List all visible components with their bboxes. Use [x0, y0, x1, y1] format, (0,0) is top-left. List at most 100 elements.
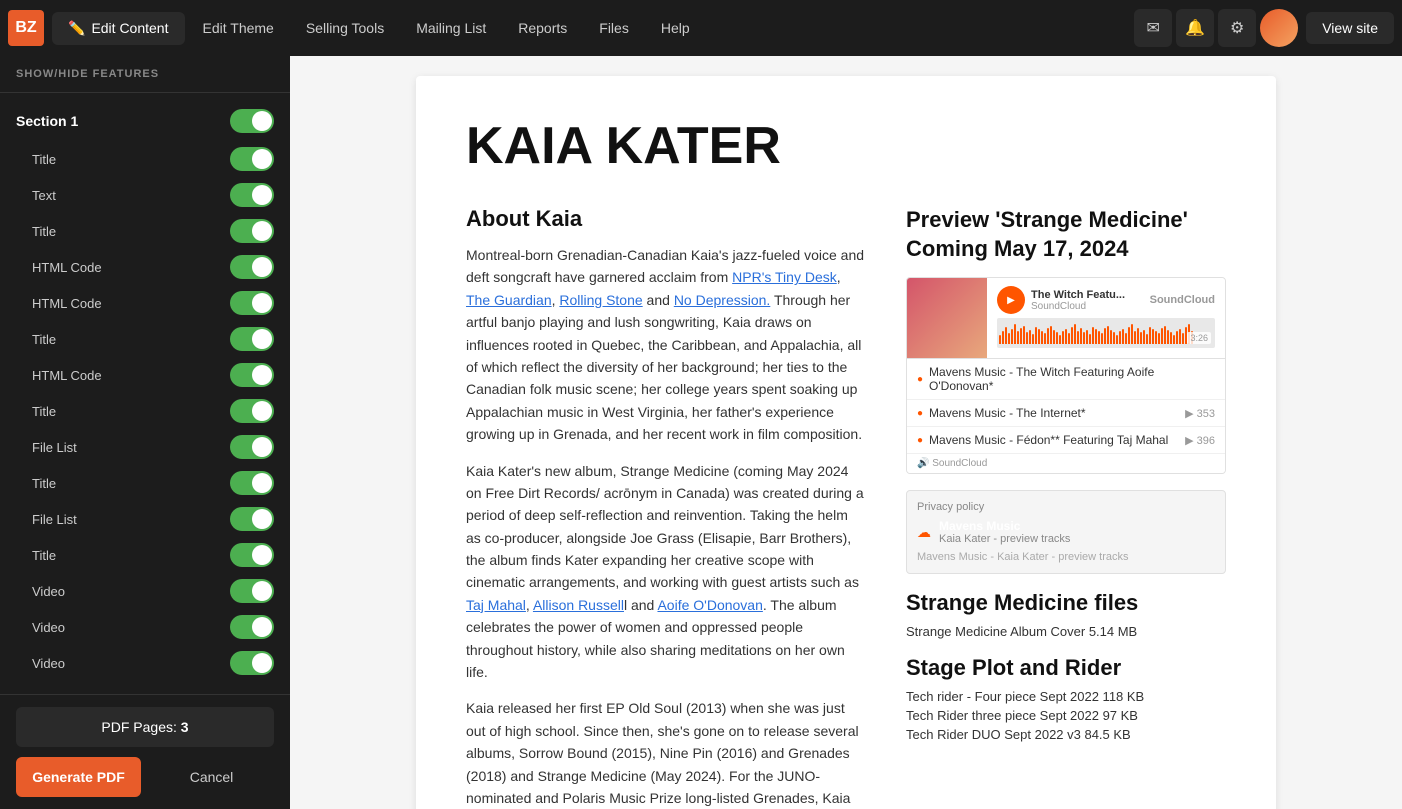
- preview-title: Preview 'Strange Medicine' Coming May 17…: [906, 206, 1226, 263]
- content-area: KAIA KATER About Kaia Montreal-born Gren…: [290, 56, 1402, 809]
- sc-thumbnail: [907, 278, 987, 358]
- allison-russell-link[interactable]: Allison Russell: [533, 597, 624, 613]
- view-site-button[interactable]: View site: [1306, 12, 1394, 44]
- pdf-pages-box: PDF Pages: 3: [16, 707, 274, 747]
- edit-content-button[interactable]: ✏️ Edit Content: [52, 12, 185, 45]
- feature-title-1: Title: [0, 141, 290, 177]
- filelist-2-toggle[interactable]: [230, 507, 274, 531]
- title-5-toggle[interactable]: [230, 471, 274, 495]
- sc-top: ▶ The Witch Featu... SoundCloud SoundClo…: [997, 286, 1215, 314]
- sc-plays-2: ▶ 353: [1185, 407, 1215, 420]
- right-column: Preview 'Strange Medicine' Coming May 17…: [906, 206, 1226, 809]
- feature-video-2: Video: [0, 609, 290, 645]
- section-1-row[interactable]: Section 1: [0, 101, 290, 141]
- soundcloud-embed-2: Privacy policy ☁ Mavens Music Kaia Kater…: [906, 490, 1226, 574]
- user-avatar[interactable]: [1260, 9, 1298, 47]
- main-area: SHOW/HIDE FEATURES Section 1 Title Text …: [0, 56, 1402, 809]
- rolling-stone-link[interactable]: Rolling Stone: [559, 292, 642, 308]
- sc-track-name-2: Mavens Music - The Internet*: [929, 406, 1179, 420]
- two-column-layout: About Kaia Montreal-born Grenadian-Canad…: [466, 206, 1226, 809]
- top-navigation: BZ ✏️ Edit Content Edit Theme Selling To…: [0, 0, 1402, 56]
- soundcloud-icon-2: ●: [917, 408, 923, 419]
- feature-title-5: Title: [0, 465, 290, 501]
- generate-pdf-button[interactable]: Generate PDF: [16, 757, 141, 797]
- aoife-link[interactable]: Aoife O'Donovan: [657, 597, 762, 613]
- video-2-toggle[interactable]: [230, 615, 274, 639]
- privacy-link[interactable]: Privacy policy: [917, 501, 1215, 513]
- filelist-1-toggle[interactable]: [230, 435, 274, 459]
- sc-embed2-inner: ☁ Mavens Music Kaia Kater - preview trac…: [917, 519, 1215, 545]
- sc-track-info: The Witch Featu... SoundCloud: [1031, 289, 1125, 312]
- about-text-2: Kaia Kater's new album, Strange Medicine…: [466, 460, 866, 684]
- section-1-toggle[interactable]: [230, 109, 274, 133]
- title-3-toggle[interactable]: [230, 327, 274, 351]
- feature-title-4: Title: [0, 393, 290, 429]
- sc-embed2-footer: Mavens Music - Kaia Kater - preview trac…: [917, 551, 1215, 563]
- share-icon-button[interactable]: ⚙: [1218, 9, 1256, 47]
- pdf-pages-label: PDF Pages:: [101, 719, 176, 735]
- title-6-toggle[interactable]: [230, 543, 274, 567]
- bottom-actions: Generate PDF Cancel: [16, 757, 274, 797]
- sidebar-scroll: Section 1 Title Text Title HTML Code: [0, 93, 290, 694]
- feature-video-1: Video: [0, 573, 290, 609]
- taj-mahal-link[interactable]: Taj Mahal: [466, 597, 526, 613]
- soundcloud-widget-1: ▶ The Witch Featu... SoundCloud SoundClo…: [906, 277, 1226, 474]
- sidebar-bottom: PDF Pages: 3 Generate PDF Cancel: [0, 694, 290, 809]
- cancel-button[interactable]: Cancel: [149, 757, 274, 797]
- about-text-3: Kaia released her first EP Old Soul (201…: [466, 697, 866, 809]
- soundcloud-icon-1: ●: [917, 374, 923, 385]
- sc-track-row-3[interactable]: ● Mavens Music - Fédon** Featuring Taj M…: [907, 427, 1225, 454]
- sc-track-row-2[interactable]: ● Mavens Music - The Internet* ▶ 353: [907, 400, 1225, 427]
- feature-title-6: Title: [0, 537, 290, 573]
- no-depression-link[interactable]: No Depression.: [674, 292, 771, 308]
- files-button[interactable]: Files: [585, 12, 643, 44]
- title-4-toggle[interactable]: [230, 399, 274, 423]
- sc-track-name-3: Mavens Music - Fédon** Featuring Taj Mah…: [929, 433, 1179, 447]
- npr-link[interactable]: NPR's Tiny Desk: [732, 269, 837, 285]
- sc-soundcloud-label: 🔊 SoundCloud: [907, 454, 1225, 473]
- text-1-toggle[interactable]: [230, 183, 274, 207]
- sc-main: ▶ The Witch Featu... SoundCloud SoundClo…: [907, 278, 1225, 358]
- files-title: Strange Medicine files: [906, 590, 1226, 616]
- sc-waveform: 3:26: [997, 318, 1215, 348]
- feature-html-2: HTML Code: [0, 285, 290, 321]
- stage-file-3: Tech Rider DUO Sept 2022 v3 84.5 KB: [906, 727, 1226, 742]
- stage-file-1: Tech rider - Four piece Sept 2022 118 KB: [906, 689, 1226, 704]
- sc-waveform-bars: [997, 318, 1215, 348]
- help-button[interactable]: Help: [647, 12, 704, 44]
- sc-soundcloud-brand: SoundCloud: [1031, 301, 1125, 312]
- guardian-link[interactable]: The Guardian: [466, 292, 552, 308]
- sc-embed2-text-block: Mavens Music Kaia Kater - preview tracks: [939, 519, 1070, 545]
- sc-embed2-artist: Mavens Music: [939, 519, 1070, 533]
- html-3-toggle[interactable]: [230, 363, 274, 387]
- html-2-toggle[interactable]: [230, 291, 274, 315]
- about-text-1: Montreal-born Grenadian-Canadian Kaia's …: [466, 244, 866, 446]
- files-item: Strange Medicine Album Cover 5.14 MB: [906, 624, 1226, 639]
- title-1-toggle[interactable]: [230, 147, 274, 171]
- feature-video-3: Video: [0, 645, 290, 681]
- video-1-toggle[interactable]: [230, 579, 274, 603]
- sc-info: ▶ The Witch Featu... SoundCloud SoundClo…: [987, 278, 1225, 358]
- sidebar-header: SHOW/HIDE FEATURES: [0, 56, 290, 93]
- sidebar: SHOW/HIDE FEATURES Section 1 Title Text …: [0, 56, 290, 809]
- mail-icon-button[interactable]: ✉: [1134, 9, 1172, 47]
- selling-tools-button[interactable]: Selling Tools: [292, 12, 398, 44]
- sc-track-name: The Witch Featu...: [1031, 289, 1125, 301]
- sc-play-button[interactable]: ▶: [997, 286, 1025, 314]
- feature-title-3: Title: [0, 321, 290, 357]
- edit-theme-button[interactable]: Edit Theme: [189, 12, 288, 44]
- bell-icon-button[interactable]: 🔔: [1176, 9, 1214, 47]
- reports-button[interactable]: Reports: [504, 12, 581, 44]
- sc-track-row-1[interactable]: ● Mavens Music - The Witch Featuring Aoi…: [907, 359, 1225, 400]
- sc-track-name-1: Mavens Music - The Witch Featuring Aoife…: [929, 365, 1215, 393]
- video-3-toggle[interactable]: [230, 651, 274, 675]
- soundcloud-embed-icon: ☁: [917, 524, 931, 541]
- page-card: KAIA KATER About Kaia Montreal-born Gren…: [416, 76, 1276, 809]
- sc-brand-label: SoundCloud: [1150, 294, 1215, 306]
- feature-title-2: Title: [0, 213, 290, 249]
- mailing-list-button[interactable]: Mailing List: [402, 12, 500, 44]
- section-1-label: Section 1: [16, 113, 78, 129]
- feature-filelist-1: File List: [0, 429, 290, 465]
- html-1-toggle[interactable]: [230, 255, 274, 279]
- title-2-toggle[interactable]: [230, 219, 274, 243]
